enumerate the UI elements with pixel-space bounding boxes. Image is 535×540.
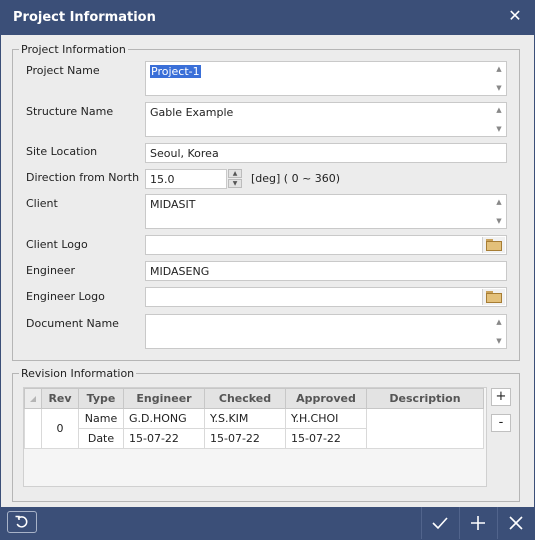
engineer-cell[interactable]: G.D.HONG xyxy=(123,408,205,429)
engineer-logo-field[interactable] xyxy=(145,287,507,307)
project-name-scrollbar[interactable]: ▲ ▼ xyxy=(492,62,506,95)
client-label: Client xyxy=(26,197,58,210)
add-button[interactable] xyxy=(462,507,494,539)
close-icon[interactable]: ✕ xyxy=(506,7,524,25)
client-logo-field[interactable] xyxy=(145,235,507,255)
site-location-label: Site Location xyxy=(26,145,98,158)
checked-cell[interactable]: 15-07-22 xyxy=(204,428,286,449)
structure-name-scrollbar[interactable]: ▲ ▼ xyxy=(492,103,506,136)
engineer-logo-label: Engineer Logo xyxy=(26,290,105,303)
description-cell[interactable] xyxy=(366,408,484,449)
structure-name-field[interactable]: Gable Example ▲ ▼ xyxy=(145,102,507,137)
project-name-label: Project Name xyxy=(26,64,100,77)
folder-icon xyxy=(486,239,502,251)
direction-label: Direction from North xyxy=(26,171,140,184)
site-location-value: Seoul, Korea xyxy=(150,147,219,160)
scroll-up-icon[interactable]: ▲ xyxy=(496,65,501,73)
engineer-label: Engineer xyxy=(26,264,75,277)
reset-icon xyxy=(15,515,28,528)
col-approved[interactable]: Approved xyxy=(285,388,367,409)
col-type[interactable]: Type xyxy=(78,388,124,409)
client-logo-label: Client Logo xyxy=(26,238,88,251)
checked-cell[interactable]: Y.S.KIM xyxy=(204,408,286,429)
reset-button[interactable] xyxy=(7,511,37,533)
row-header-corner xyxy=(24,388,42,409)
scroll-up-icon[interactable]: ▲ xyxy=(496,318,501,326)
separator xyxy=(497,507,498,539)
engineer-cell[interactable]: 15-07-22 xyxy=(123,428,205,449)
stepper-down-icon[interactable]: ▼ xyxy=(228,179,242,188)
scroll-down-icon[interactable]: ▼ xyxy=(496,125,501,133)
row-selector[interactable] xyxy=(24,408,42,449)
project-information-legend: Project Information xyxy=(21,43,126,56)
scroll-up-icon[interactable]: ▲ xyxy=(496,198,501,206)
revision-table: Rev Type Engineer Checked Approved Descr… xyxy=(24,388,484,449)
type-cell[interactable]: Date xyxy=(78,428,124,449)
structure-name-value: Gable Example xyxy=(150,106,234,119)
checkmark-icon xyxy=(432,517,448,530)
direction-value: 15.0 xyxy=(150,173,175,186)
separator xyxy=(421,507,422,539)
scroll-down-icon[interactable]: ▼ xyxy=(496,84,501,92)
project-information-dialog: Project Information ✕ Project Informatio… xyxy=(0,0,535,540)
remove-revision-button[interactable]: - xyxy=(491,414,511,432)
cancel-button[interactable] xyxy=(500,507,532,539)
close-icon xyxy=(509,516,523,530)
bottom-toolbar xyxy=(1,507,534,539)
scroll-down-icon[interactable]: ▼ xyxy=(496,337,501,345)
site-location-field[interactable]: Seoul, Korea xyxy=(145,143,507,163)
client-field[interactable]: MIDASIT ▲ ▼ xyxy=(145,194,507,229)
structure-name-label: Structure Name xyxy=(26,105,114,118)
rev-cell[interactable]: 0 xyxy=(41,408,79,449)
col-description[interactable]: Description xyxy=(366,388,484,409)
plus-icon xyxy=(471,516,485,530)
document-name-scrollbar[interactable]: ▲ ▼ xyxy=(492,315,506,348)
table-row[interactable]: 0 Name G.D.HONG Y.S.KIM Y.H.CHOI xyxy=(24,408,484,449)
col-engineer[interactable]: Engineer xyxy=(123,388,205,409)
project-name-value: Project-1 xyxy=(150,65,201,78)
client-scrollbar[interactable]: ▲ ▼ xyxy=(492,195,506,228)
corner-triangle-icon xyxy=(30,396,36,402)
separator xyxy=(459,507,460,539)
add-revision-button[interactable]: + xyxy=(491,388,511,406)
col-rev[interactable]: Rev xyxy=(41,388,79,409)
document-name-label: Document Name xyxy=(26,317,119,330)
document-name-field[interactable]: ▲ ▼ xyxy=(145,314,507,349)
confirm-button[interactable] xyxy=(424,507,456,539)
col-checked[interactable]: Checked xyxy=(204,388,286,409)
project-name-field[interactable]: Project-1 ▲ ▼ xyxy=(145,61,507,96)
engineer-value: MIDASENG xyxy=(150,265,210,278)
dialog-title: Project Information xyxy=(13,10,156,25)
scroll-up-icon[interactable]: ▲ xyxy=(496,106,501,114)
engineer-field[interactable]: MIDASENG xyxy=(145,261,507,281)
scroll-down-icon[interactable]: ▼ xyxy=(496,217,501,225)
engineer-logo-browse-button[interactable] xyxy=(482,289,505,305)
approved-cell[interactable]: Y.H.CHOI xyxy=(285,408,367,429)
client-logo-browse-button[interactable] xyxy=(482,237,505,253)
direction-input[interactable]: 15.0 xyxy=(145,169,227,189)
type-cell[interactable]: Name xyxy=(78,408,124,429)
revision-header-row: Rev Type Engineer Checked Approved Descr… xyxy=(24,388,484,409)
direction-unit: [deg] ( 0 ~ 360) xyxy=(251,172,341,185)
stepper-up-icon[interactable]: ▲ xyxy=(228,169,242,178)
revision-information-legend: Revision Information xyxy=(21,367,135,380)
direction-stepper[interactable]: ▲ ▼ xyxy=(228,169,242,189)
title-bar: Project Information ✕ xyxy=(1,1,534,35)
approved-cell[interactable]: 15-07-22 xyxy=(285,428,367,449)
client-value: MIDASIT xyxy=(150,198,196,211)
folder-icon xyxy=(486,291,502,303)
